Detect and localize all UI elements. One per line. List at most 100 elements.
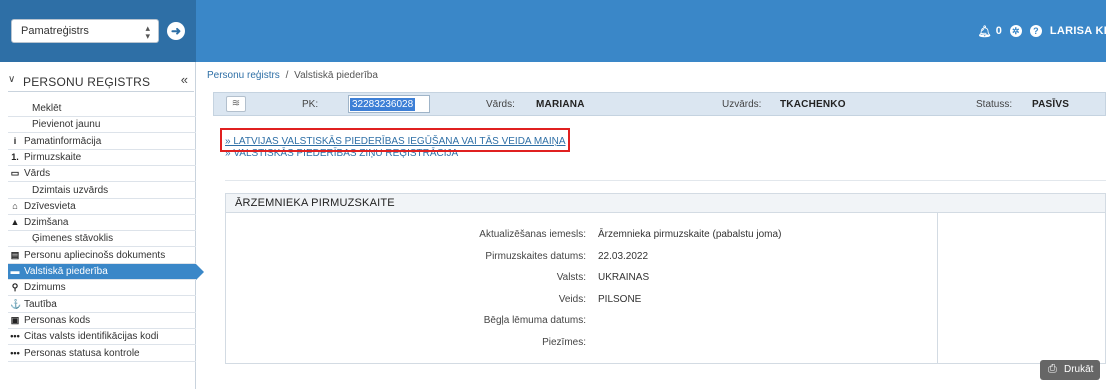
field-label: Piezīmes: — [542, 336, 586, 348]
sidebar-item[interactable]: ••• Personas statusa kontrole — [8, 346, 196, 362]
user-name[interactable]: LARISA KR — [1050, 25, 1106, 37]
breadcrumb: Personu reģistrs / Valstiskā piederība — [207, 70, 378, 81]
sidebar-item-label: Meklēt — [32, 103, 62, 114]
sidebar-item[interactable]: ▣ Personas kods — [8, 313, 196, 329]
sidebar-item[interactable]: ⚲ Dzimums — [8, 280, 196, 297]
panel-header: ĀRZEMNIEKA PIRMUZSKAITE — [226, 194, 1105, 213]
print-label: Drukāt — [1064, 364, 1094, 375]
sidebar-item[interactable]: ▤ Personu apliecinošs dokuments — [8, 248, 196, 264]
sidebar-item[interactable]: ▬ Valstiskā piederība — [8, 264, 204, 280]
field-label: Aktualizēšanas iemesls: — [479, 229, 586, 240]
field-value: 22.03.2022 — [598, 250, 649, 262]
notification-count: 0 — [995, 25, 1002, 37]
collapse-sidebar-icon[interactable]: « — [181, 72, 188, 87]
gender-icon: ⚲ — [11, 282, 19, 293]
panel-field: Bēgļa lēmuma datums: — [226, 315, 586, 329]
chevron-down-icon: ∨ — [8, 74, 16, 85]
status-value: PASĪVS — [1032, 99, 1070, 110]
panel-field: Veids: PILSONE — [226, 293, 642, 308]
module-select-value: Pamatreģistrs — [21, 25, 89, 37]
go-arrow-icon[interactable]: ➜ — [167, 22, 185, 40]
settings-icon[interactable]: ✲ — [1009, 25, 1022, 37]
breadcrumb-root[interactable]: Personu reģistrs — [207, 70, 280, 81]
foreigner-registration-panel: ĀRZEMNIEKA PIRMUZSKAITE Aktualizēšanas i… — [225, 193, 1106, 364]
sidebar-item-label: Vārds — [24, 168, 51, 180]
sidebar-item[interactable]: Meklēt — [8, 101, 196, 117]
person-info-bar: ≋ PK: 32283236028 Vārds: MARIANA Uzvārds… — [213, 92, 1106, 116]
panel-field: Piezīmes: — [226, 337, 586, 351]
sidebar-item[interactable]: ▭ Vārds — [8, 166, 196, 183]
field-label: Veids: — [558, 293, 586, 305]
field-value: UKRAINAS — [598, 272, 650, 283]
panel-field: Valsts: UKRAINAS — [226, 272, 649, 286]
sidebar-item-label: Personas statusa kontrole — [24, 347, 140, 359]
sidebar-item-label: Ģimenes stāvoklis — [32, 233, 114, 245]
sidebar-item-label: Pirmuzskaite — [24, 151, 82, 163]
sidebar-item[interactable]: ⚓ Tautība — [8, 297, 196, 313]
sidebar-item[interactable]: ••• Citas valsts identifikācijas kodi — [8, 329, 196, 346]
field-label: Pirmuzskaites datums: — [485, 250, 586, 262]
sidebar-item[interactable]: Ģimenes stāvoklis — [8, 231, 196, 248]
layers-icon[interactable]: ≋ — [226, 96, 246, 112]
first-name-value: MARIANA — [536, 99, 585, 110]
sidebar-item[interactable]: Pievienot jaunu — [8, 117, 196, 134]
document-icon: ▤ — [10, 249, 20, 260]
sidebar-title: PERSONU REĢISTRS — [23, 75, 151, 89]
sidebar-item-label: Dzimšana — [24, 217, 69, 229]
last-name-label: Uzvārds: — [722, 99, 762, 110]
status-icon: ••• — [10, 347, 20, 358]
panel-field: Pirmuzskaites datums: 22.03.2022 — [226, 250, 648, 265]
breadcrumb-separator: / — [285, 70, 289, 81]
sidebar-item-label: Personas kods — [24, 314, 91, 326]
sidebar-item-label: Pamatinformācija — [24, 135, 102, 147]
sidebar-item-label: Dzīvesvieta — [24, 200, 76, 212]
sidebar-item-label: Pievienot jaunu — [32, 119, 101, 131]
last-name-value: TKACHENKO — [780, 99, 846, 110]
panel-field: Aktualizēšanas iemesls: Ārzemnieka pirmuz… — [226, 229, 781, 243]
sidebar-header[interactable]: ∨ PERSONU REĢISTRS « — [8, 70, 194, 92]
pk-label: PK: — [302, 99, 319, 110]
top-bar: Pamatreģistrs ▴ ▾ ➜ 🔔︎ 0 ✲ ? LARISA KR — [0, 0, 1106, 62]
codes-icon: ••• — [10, 331, 20, 342]
bell-icon: 🔔︎ — [977, 25, 992, 38]
help-icon[interactable]: ? — [1029, 25, 1042, 37]
field-value: PILSONE — [598, 293, 642, 305]
id-card-icon: ▣ — [10, 314, 20, 325]
sidebar-item[interactable]: Dzimtais uzvārds — [8, 183, 196, 199]
sidebar-item-label: Dzimums — [24, 282, 66, 294]
field-value: Ārzemnieka pirmuzskaite (pabalstu joma) — [598, 229, 782, 240]
sidebar-item[interactable]: i Pamatinformācija — [8, 134, 196, 150]
sidebar: ∨ PERSONU REĢISTRS « Meklēt Pievienot jau… — [0, 62, 204, 389]
home-icon: ⌂ — [12, 200, 18, 211]
sidebar-item[interactable]: ⌂ Dzīvesvieta — [8, 199, 196, 215]
highlight-box — [220, 128, 570, 152]
sidebar-item[interactable]: 1. Pirmuzskaite — [8, 150, 196, 166]
info-icon: i — [13, 135, 17, 146]
pk-field[interactable]: 32283236028 — [348, 95, 430, 113]
status-label: Statuss: — [976, 99, 1013, 110]
panel-separator — [937, 213, 938, 364]
field-label: Bēgļa lēmuma datums: — [483, 315, 586, 326]
pk-value: 32283236028 — [350, 98, 416, 111]
notifications[interactable]: 🔔︎ 0 — [970, 25, 1002, 38]
first-icon: 1. — [11, 151, 19, 162]
sidebar-item-label: Tautība — [24, 298, 57, 310]
printer-icon: ⎙ — [1048, 363, 1057, 375]
anchor-icon: ⚓ — [10, 298, 22, 309]
sidebar-item[interactable]: ▲ Dzimšana — [8, 215, 196, 232]
birth-icon: ▲ — [10, 217, 20, 228]
sidebar-item-label: Citas valsts identifikācijas kodi — [24, 331, 159, 343]
first-name-label: Vārds: — [486, 99, 515, 110]
print-button[interactable]: ⎙ Drukāt — [1040, 360, 1100, 380]
sidebar-item-label: Dzimtais uzvārds — [32, 184, 109, 196]
citizenship-icon: ▬ — [10, 266, 20, 276]
select-arrows-icon: ▴ ▾ — [145, 23, 150, 41]
user-area: 🔔︎ 0 ✲ ? LARISA KR — [962, 0, 1106, 62]
breadcrumb-current: Valstiskā piederība — [294, 70, 378, 81]
sidebar-item-label: Valstiskā piederība — [24, 266, 108, 277]
field-label: Valsts: — [556, 272, 586, 283]
divider — [225, 180, 1106, 181]
module-select[interactable]: Pamatreģistrs ▴ ▾ — [11, 19, 159, 43]
top-bar-left: Pamatreģistrs ▴ ▾ ➜ — [0, 0, 196, 62]
sidebar-item-label: Personu apliecinošs dokuments — [24, 249, 166, 261]
